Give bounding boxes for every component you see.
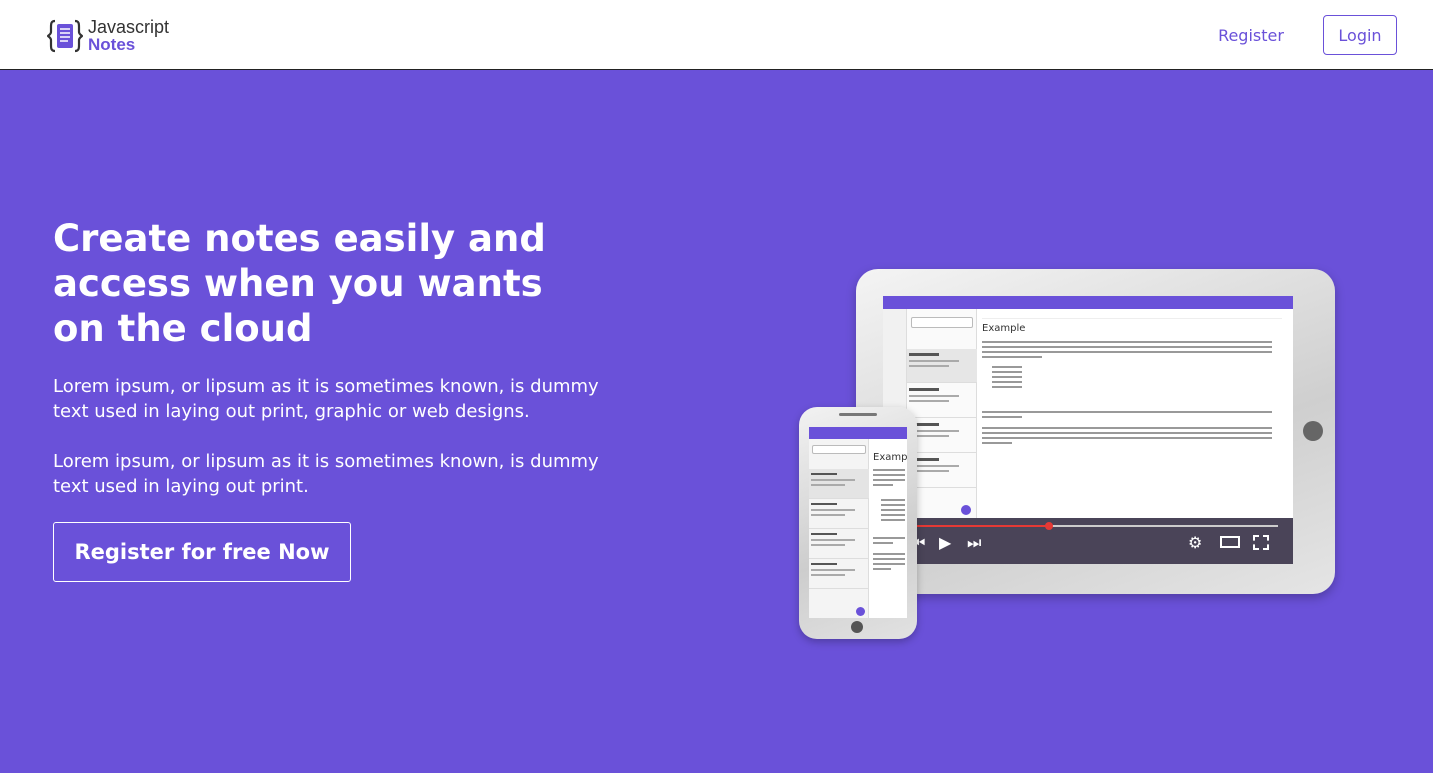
phone-home-button [851,621,863,633]
play-icon: ▶ [939,533,952,552]
notes-braces-icon [47,19,83,53]
tablet-app-bar [883,296,1293,309]
list-item [907,349,977,383]
list-item [907,384,977,418]
tablet-search-box [911,317,973,328]
nav-register-link[interactable]: Register [1205,15,1297,55]
list-item [907,419,977,453]
list-item [809,469,869,499]
tablet-add-note-icon [961,505,971,515]
phone-app-bar [809,427,907,439]
list-item [809,499,869,529]
skip-forward-icon: ⏭ [967,533,982,552]
phone-add-note-icon [856,607,865,616]
logo-text-javascript: Javascript [88,17,170,37]
tablet-editor-toolbar [982,313,1282,319]
phone-screen: Example [809,427,907,618]
phone-mockup: Example [799,407,917,639]
logo[interactable]: Javascript Notes [47,16,207,56]
phone-search-box [812,445,866,454]
nav-login-button[interactable]: Login [1323,15,1397,55]
list-item [907,454,977,488]
video-player-controls: ⏮ ▶ ⏭ ⚙ [883,518,1293,564]
tablet-screen: Example ⏮ ▶ ⏭ ⚙ [883,296,1293,564]
list-item [809,529,869,559]
video-progress-fill [908,525,1049,527]
hero-paragraph-2: Lorem ipsum, or lipsum as it is sometime… [53,451,599,497]
video-progress-knob [1045,522,1053,530]
tablet-home-button [1303,421,1323,441]
theater-mode-icon [1220,536,1240,548]
tablet-note-heading: Example [982,323,1026,334]
phone-speaker [839,413,877,416]
top-navbar: Javascript Notes Register Login [0,0,1433,70]
hero-paragraph-1: Lorem ipsum, or lipsum as it is sometime… [53,376,599,422]
tablet-notes-list [907,309,977,519]
hero-title: Create notes easily and access when you … [53,217,546,350]
settings-icon: ⚙ [1188,533,1203,552]
devices-illustration: Example ⏮ ▶ ⏭ ⚙ Examp [795,265,1355,645]
tablet-mockup: Example ⏮ ▶ ⏭ ⚙ [856,269,1335,594]
fullscreen-icon [1253,535,1269,550]
list-item [809,559,869,589]
phone-note-heading: Example [873,452,907,463]
logo-text-notes: Notes [88,35,136,54]
phone-notes-list [809,439,869,618]
tablet-editor: Example [978,309,1293,519]
register-free-button[interactable]: Register for free Now [53,522,351,582]
